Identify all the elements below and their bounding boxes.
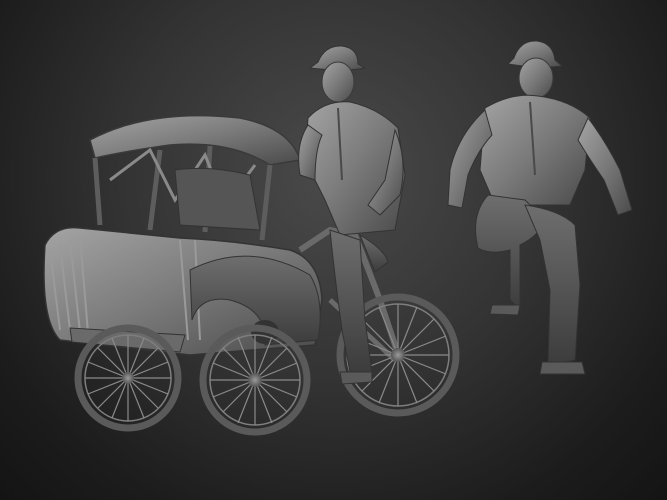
standing-figure[interactable] [447, 40, 633, 375]
pedicab-right-wheel [199, 324, 311, 436]
clay-render [43, 40, 633, 436]
sculpt-viewport[interactable] [0, 0, 667, 500]
pedicab-left-wheel [74, 324, 182, 432]
pedicab-canopy [89, 114, 301, 166]
